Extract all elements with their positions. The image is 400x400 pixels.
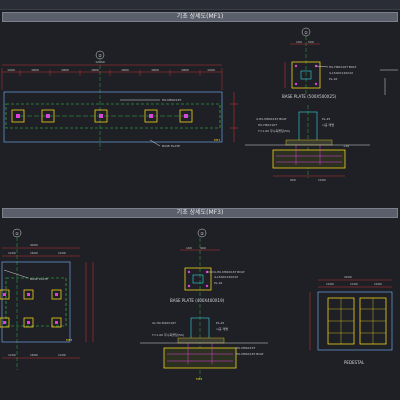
top-plan-tag: MF1	[214, 138, 220, 142]
pedestal-dim: 1000	[374, 282, 382, 286]
top-plan-label: H0-M80X16T	[162, 98, 182, 102]
section-elev: +10	[343, 144, 349, 148]
section-dim: 900	[290, 178, 296, 182]
bottom-plan-tag: MF3	[66, 338, 72, 342]
dim-label: 1800	[61, 68, 69, 72]
grid-marker-bottom-mid: ②	[200, 231, 204, 236]
section-note: 시공 레벨	[216, 326, 228, 331]
dim-label: 1000	[207, 68, 215, 72]
pedestal-dim: 1000	[326, 282, 334, 286]
top-detail-title: BASE PLATE (500X500X25)	[282, 94, 337, 99]
section-note: H0-M80X16T BOLT	[236, 352, 264, 356]
grid-marker-top-detail: ①	[304, 30, 308, 35]
bottom-plan-dim: 1600	[30, 251, 38, 255]
dim-label: 1800	[151, 68, 159, 72]
plate-note: 4-L500X120X2X	[329, 71, 353, 75]
plate-note: PL-16	[214, 281, 222, 285]
bottom-plan-dim: 1200	[8, 353, 16, 357]
section-note: PL-25	[216, 321, 224, 325]
plate-note: PL-16	[329, 77, 337, 81]
top-plan-label: BASE PLATE	[162, 144, 180, 148]
section-note: H0-M80X15T	[236, 346, 256, 350]
bottom-detail-tag: MF3	[196, 377, 202, 381]
dim-label: 1800	[181, 68, 189, 72]
dim-label: 1800	[121, 68, 129, 72]
detail-dim: 100	[186, 246, 192, 250]
top-plan-footing-outline	[3, 91, 223, 143]
detail-dim: 500	[308, 40, 314, 44]
drawing-linework: ② 12200 1000 1800 1800 1800 1800 1800 18…	[0, 27, 398, 381]
top-section-footing	[272, 149, 346, 169]
dim-label: 1800	[31, 68, 39, 72]
bottom-plan-dim: 1200	[58, 251, 66, 255]
dim-label: 1800	[91, 68, 99, 72]
section-note: 4L-H0-M20X16T	[152, 321, 176, 325]
pedestal-dim: 1200	[350, 282, 358, 286]
plate-note: 4-H0-M80X16T BOLT	[214, 270, 245, 274]
section-note: 시공 레벨	[322, 122, 334, 127]
section-note: H0-H80X16T	[258, 123, 277, 127]
pedestal-dim: 3200	[344, 275, 352, 279]
top-plan-overall-dim: 12200	[95, 60, 105, 64]
bottom-section-footing	[163, 347, 237, 369]
section-note: T=1.60 무수축몰탈(50)	[151, 332, 184, 337]
bottom-detail-title: BASE PLATE (400X400X19)	[170, 298, 225, 303]
dim-label: 1000	[7, 68, 15, 72]
plate-note: 4-L500X120X2X	[214, 275, 238, 279]
bottom-plan-label: BASE PLATE	[30, 277, 48, 281]
pedestal-caption: PEDESTAL	[344, 360, 365, 365]
section-note: T=1.60 무수축몰탈(50)	[257, 128, 290, 133]
section-note: PL-25	[322, 117, 330, 121]
cad-drawing-canvas[interactable]: 기초 상세도(MF1) 기초 상세도(MF3) ② 12200 1000 180…	[0, 0, 400, 400]
bottom-plan-dim: 1600	[30, 353, 38, 357]
plate-note: H0-H80X16T BOLT	[329, 65, 357, 69]
bottom-plan-dim: 4000	[30, 243, 38, 247]
bottom-plan-footing-outline	[1, 261, 71, 343]
bottom-plan-base-plates	[0, 289, 62, 328]
detail-dim: 100	[296, 40, 302, 44]
grid-marker-bottom-left: ①	[15, 231, 19, 236]
detail-dim: 400	[200, 246, 206, 250]
grid-marker-top-main: ②	[98, 53, 102, 58]
bottom-plan-dim: 1200	[8, 251, 16, 255]
bottom-plan-dim: 1200	[58, 353, 66, 357]
section-note: 4-H0-M80X16T BOLT	[256, 117, 287, 121]
section-dim: 1000	[318, 178, 326, 182]
